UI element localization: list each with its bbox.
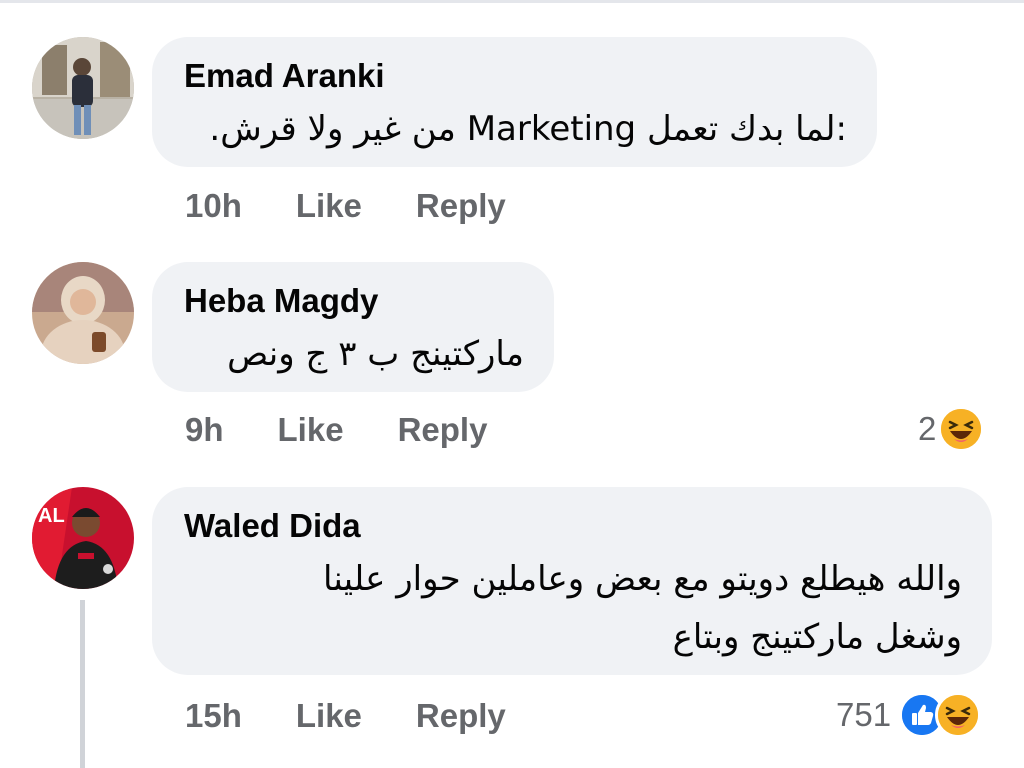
comment-text: ماركتينج ب ٣ ج ونص xyxy=(227,334,524,374)
comment-bubble: Heba Magdy ماركتينج ب ٣ ج ونص xyxy=(152,262,554,392)
haha-icon xyxy=(935,692,982,738)
comment-timestamp[interactable]: 9h xyxy=(185,411,224,449)
like-button[interactable]: Like xyxy=(278,411,344,449)
comment-actions: 15h Like Reply xyxy=(185,697,506,735)
comment-actions: 9h Like Reply xyxy=(185,411,487,449)
reply-button[interactable]: Reply xyxy=(416,697,506,735)
avatar[interactable]: AL xyxy=(32,487,134,589)
reply-button[interactable]: Reply xyxy=(416,187,506,225)
avatar[interactable] xyxy=(32,37,134,139)
avatar-badge-text: AL xyxy=(38,505,65,527)
reaction-count: 751 xyxy=(836,696,892,733)
thread-line xyxy=(80,600,85,768)
comment-author[interactable]: Heba Magdy xyxy=(184,282,378,320)
avatar-photo-icon xyxy=(32,262,134,364)
reactions-summary[interactable]: 2 xyxy=(918,406,985,452)
avatar-photo-icon xyxy=(32,487,134,589)
comment-text: :لما بدك تعمل Marketing من غير ولا قرش. xyxy=(209,109,847,149)
comment-text-line: وشغل ماركتينج وبتاع xyxy=(672,617,962,657)
avatar-photo-icon xyxy=(32,37,134,139)
avatar[interactable] xyxy=(32,262,134,364)
reaction-count: 2 xyxy=(918,410,937,447)
reactions-summary[interactable]: 751 xyxy=(836,692,982,738)
comment-bubble: Emad Aranki :لما بدك تعمل Marketing من غ… xyxy=(152,37,877,167)
reply-button[interactable]: Reply xyxy=(398,411,488,449)
top-divider xyxy=(0,0,1024,3)
comment-timestamp[interactable]: 15h xyxy=(185,697,242,735)
comment-timestamp[interactable]: 10h xyxy=(185,187,242,225)
comment-author[interactable]: Waled Dida xyxy=(184,507,361,545)
like-button[interactable]: Like xyxy=(296,187,362,225)
like-button[interactable]: Like xyxy=(296,697,362,735)
haha-icon xyxy=(938,406,985,452)
comment-text-line: والله هيطلع دويتو مع بعض وعاملين حوار عل… xyxy=(322,559,962,599)
comment-author[interactable]: Emad Aranki xyxy=(184,57,385,95)
comment-bubble: Waled Dida والله هيطلع دويتو مع بعض وعام… xyxy=(152,487,992,675)
comment-actions: 10h Like Reply xyxy=(185,187,506,225)
